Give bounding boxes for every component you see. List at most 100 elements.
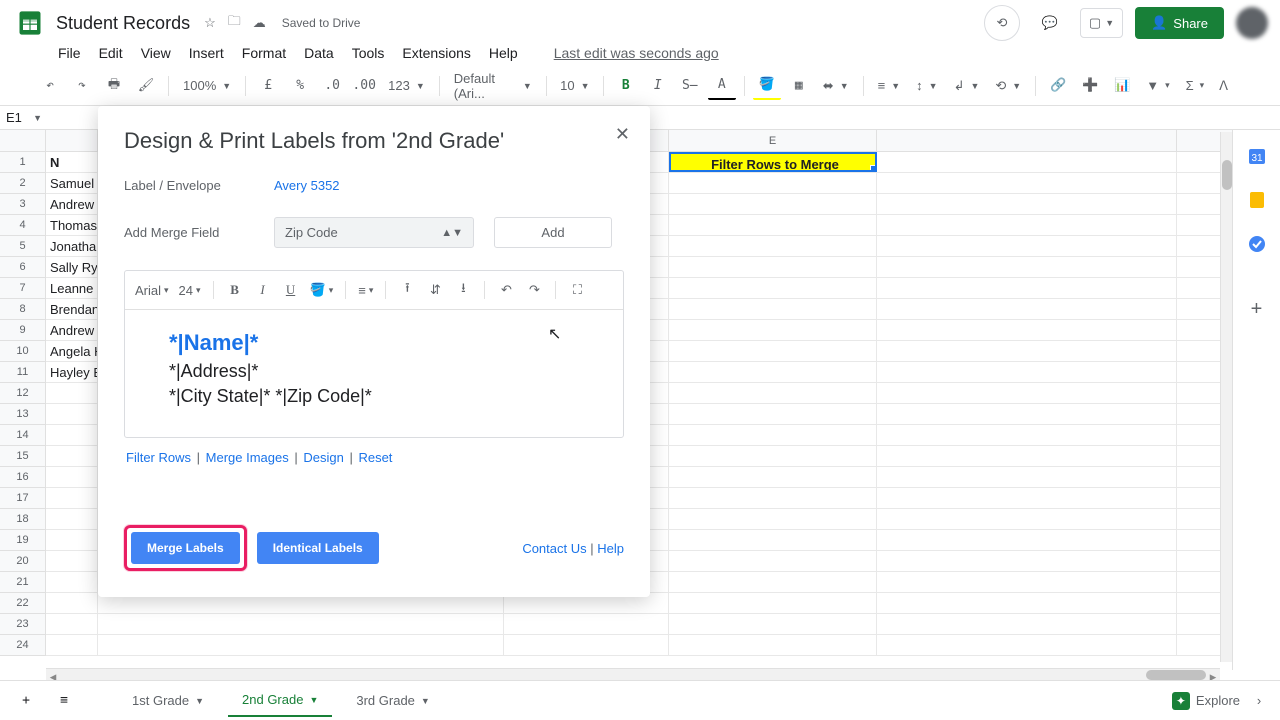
menu-extensions[interactable]: Extensions (402, 45, 470, 61)
table-row[interactable]: Andrew (46, 194, 98, 214)
add-button[interactable]: Add (494, 217, 612, 248)
editor-align-button[interactable]: ≡▾ (354, 283, 377, 298)
merge-button[interactable]: ⬌▼ (817, 78, 855, 94)
editor-color-button[interactable]: 🪣▾ (306, 282, 338, 298)
editor-undo-icon[interactable]: ↶ (493, 277, 519, 303)
menu-view[interactable]: View (141, 45, 171, 61)
table-row[interactable]: Samuel (46, 173, 98, 193)
contact-us-link[interactable]: Contact Us (522, 541, 586, 556)
editor-italic-button[interactable]: I (250, 277, 276, 303)
table-row[interactable]: Thomas (46, 215, 98, 235)
format-dropdown[interactable]: 123▼ (382, 78, 431, 93)
all-sheets-button[interactable]: ≡ (50, 687, 78, 715)
sheets-logo[interactable] (12, 5, 48, 41)
merge-field-select[interactable]: Zip Code▲▼ (274, 217, 474, 248)
bold-button[interactable]: B (612, 72, 640, 100)
merge-images-link[interactable]: Merge Images (206, 450, 289, 465)
menu-insert[interactable]: Insert (189, 45, 224, 61)
comment-button[interactable]: ➕ (1076, 72, 1104, 100)
side-toggle-icon[interactable]: › (1250, 693, 1268, 708)
calendar-icon[interactable]: 31 (1247, 146, 1267, 166)
star-icon[interactable]: ☆ (204, 15, 216, 31)
print-icon[interactable]: 🖶 (100, 72, 128, 100)
history-icon[interactable]: ⟲ (984, 5, 1020, 41)
tab-1st-grade[interactable]: 1st Grade▼ (118, 685, 218, 716)
strike-button[interactable]: S̶ (676, 72, 704, 100)
table-row[interactable]: Hayley E (46, 362, 98, 382)
keep-icon[interactable] (1247, 190, 1267, 210)
menu-file[interactable]: File (58, 45, 81, 61)
horizontal-scrollbar[interactable]: ◂▸ (46, 668, 1220, 680)
wrap-button[interactable]: ↲▼ (948, 78, 986, 94)
add-sheet-button[interactable]: + (12, 687, 40, 715)
currency-icon[interactable]: £ (254, 72, 282, 100)
menu-help[interactable]: Help (489, 45, 518, 61)
tab-2nd-grade[interactable]: 2nd Grade▼ (228, 684, 332, 717)
editor-size-dropdown[interactable]: 24▾ (175, 283, 205, 298)
table-row[interactable]: Brendan (46, 299, 98, 319)
editor-font-dropdown[interactable]: Arial▾ (131, 283, 173, 298)
merge-labels-button[interactable]: Merge Labels (131, 532, 240, 564)
font-dropdown[interactable]: Default (Ari...▼ (448, 71, 538, 101)
vertical-scrollbar[interactable] (1220, 132, 1232, 662)
editor-align-bottom-icon[interactable]: ⭳ (450, 277, 476, 303)
table-row[interactable]: Sally Ry (46, 257, 98, 277)
table-row[interactable]: Leanne (46, 278, 98, 298)
menu-tools[interactable]: Tools (352, 45, 385, 61)
link-button[interactable]: 🔗 (1044, 72, 1072, 100)
table-row[interactable]: Angela H (46, 341, 98, 361)
decrease-decimal-icon[interactable]: .0 (318, 72, 346, 100)
move-icon[interactable]: 🗀 (228, 12, 241, 34)
halign-button[interactable]: ≡▼ (872, 78, 907, 93)
italic-button[interactable]: I (644, 72, 672, 100)
last-edit-link[interactable]: Last edit was seconds ago (554, 45, 719, 61)
zoom-dropdown[interactable]: 100%▼ (177, 78, 237, 93)
menu-format[interactable]: Format (242, 45, 286, 61)
editor-underline-button[interactable]: U (278, 277, 304, 303)
editor-fullscreen-icon[interactable]: ⛶ (564, 277, 590, 303)
add-panel-icon[interactable]: + (1247, 298, 1267, 318)
fill-color-button[interactable]: 🪣 (753, 72, 781, 100)
table-row[interactable]: Jonatha (46, 236, 98, 256)
avery-link[interactable]: Avery 5352 (274, 178, 340, 193)
menu-edit[interactable]: Edit (99, 45, 123, 61)
editor-content[interactable]: *|Name|* *|Address|* *|City State|* *|Zi… (125, 310, 623, 437)
name-box[interactable]: E1▼ (0, 110, 46, 125)
identical-labels-button[interactable]: Identical Labels (257, 532, 379, 564)
percent-icon[interactable]: % (286, 72, 314, 100)
tab-3rd-grade[interactable]: 3rd Grade▼ (342, 685, 443, 716)
menu-data[interactable]: Data (304, 45, 334, 61)
font-size-dropdown[interactable]: 10▼ (555, 78, 595, 93)
design-link[interactable]: Design (303, 450, 343, 465)
valign-button[interactable]: ↕▼ (910, 78, 943, 93)
comment-icon[interactable]: 💬 (1032, 5, 1068, 41)
text-color-button[interactable]: A (708, 72, 736, 100)
redo-icon[interactable]: ↷ (68, 72, 96, 100)
filter-rows-link[interactable]: Filter Rows (126, 450, 191, 465)
row-headers[interactable]: 12345 678910 1112131415 1617181920 21222… (0, 152, 46, 656)
select-all-corner[interactable] (0, 130, 46, 152)
filter-header-cell[interactable]: Filter Rows to Merge (669, 152, 877, 172)
filter-button[interactable]: ▼▾ (1140, 78, 1175, 93)
collapse-toolbar-icon[interactable]: ᐱ (1219, 78, 1228, 94)
doc-title[interactable]: Student Records (56, 13, 190, 34)
close-icon[interactable]: ✕ (615, 124, 630, 145)
tasks-icon[interactable] (1247, 234, 1267, 254)
editor-align-middle-icon[interactable]: ⇵ (422, 277, 448, 303)
account-avatar[interactable] (1236, 7, 1268, 39)
rotate-button[interactable]: ⟲▼ (989, 78, 1027, 94)
help-link[interactable]: Help (597, 541, 624, 556)
paint-format-icon[interactable]: 🖌 (132, 72, 160, 100)
reset-link[interactable]: Reset (358, 450, 392, 465)
functions-button[interactable]: Σ▾ (1180, 78, 1211, 93)
increase-decimal-icon[interactable]: .00 (350, 72, 378, 100)
undo-icon[interactable]: ↶ (36, 72, 64, 100)
editor-redo-icon[interactable]: ↷ (521, 277, 547, 303)
present-dropdown[interactable]: ▢▼ (1080, 8, 1123, 38)
table-row[interactable]: Andrew (46, 320, 98, 340)
share-button[interactable]: 👤Share (1135, 7, 1224, 39)
editor-bold-button[interactable]: B (222, 277, 248, 303)
editor-align-top-icon[interactable]: ⭱ (394, 277, 420, 303)
explore-button[interactable]: ✦Explore (1172, 692, 1240, 710)
borders-button[interactable]: ▦ (785, 72, 813, 100)
